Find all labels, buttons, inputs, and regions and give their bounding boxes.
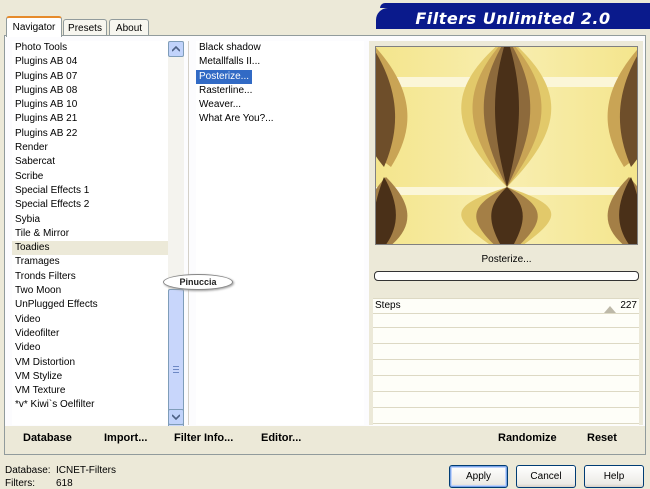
preview-filter-label[interactable]: Posterize...	[374, 250, 639, 268]
editor-link[interactable]: Editor...	[261, 432, 301, 444]
filters-status-value: 618	[56, 478, 73, 489]
slider-row-empty	[373, 330, 639, 344]
slider-row-empty	[373, 394, 639, 408]
filters-unlimited-dialog: { "tabs": ["Navigator", "Presets", "Abou…	[0, 0, 650, 489]
category-item[interactable]: Tile & Mirror	[12, 227, 168, 241]
category-item[interactable]: Tronds Filters	[12, 270, 168, 284]
category-item[interactable]: VM Texture	[12, 384, 168, 398]
slider-row-empty	[373, 378, 639, 392]
category-item[interactable]: Plugins AB 07	[12, 70, 168, 84]
preview-image	[375, 46, 638, 245]
filter-list[interactable]: Black shadow Metallfalls II... Posterize..…	[196, 41, 364, 425]
database-status-value: ICNET-Filters	[56, 465, 116, 476]
slider-row-empty	[373, 362, 639, 376]
category-item[interactable]: Special Effects 2	[12, 198, 168, 212]
category-item[interactable]: Photo Tools	[12, 41, 168, 55]
category-list[interactable]: Photo Tools Plugins AB 04 Plugins AB 07 Plu…	[12, 41, 168, 425]
category-item[interactable]: Toadies	[12, 241, 168, 256]
scroll-thumb[interactable]	[168, 289, 184, 449]
chevron-down-icon	[172, 414, 180, 420]
filter-item[interactable]: Weaver...	[196, 98, 244, 112]
category-item[interactable]: Two Moon	[12, 284, 168, 298]
category-item[interactable]: VM Stylize	[12, 370, 168, 384]
filter-item[interactable]: Rasterline...	[196, 84, 255, 98]
filter-item[interactable]: Black shadow	[196, 41, 264, 55]
randomize-link[interactable]: Randomize	[498, 432, 557, 444]
category-scrollbar[interactable]	[168, 41, 184, 449]
category-item[interactable]: Sybia	[12, 213, 168, 227]
filter-item[interactable]: What Are You?...	[196, 112, 277, 126]
category-item[interactable]: VM Distortion	[12, 356, 168, 370]
database-link[interactable]: Database	[23, 432, 72, 444]
help-button[interactable]: Help	[584, 465, 644, 488]
category-item[interactable]: Videofilter	[12, 327, 168, 341]
category-item[interactable]: *v* Kiwi`s Oelfilter	[12, 398, 168, 412]
category-item[interactable]: Plugins AB 22	[12, 127, 168, 141]
parameter-slider[interactable]: Steps 227	[373, 298, 639, 314]
category-item[interactable]: Render	[12, 141, 168, 155]
apply-button[interactable]: Apply	[449, 465, 508, 488]
filters-status-label: Filters:	[5, 478, 35, 489]
progress-bar	[374, 271, 639, 281]
filter-info-link[interactable]: Filter Info...	[174, 432, 233, 444]
category-item[interactable]: UnPlugged Effects	[12, 298, 168, 312]
category-item[interactable]: Tramages	[12, 255, 168, 269]
parameter-value: 227	[620, 300, 637, 311]
filter-item[interactable]: Posterize...	[196, 69, 253, 84]
list-divider	[188, 41, 189, 425]
chevron-up-icon	[172, 46, 180, 52]
slider-row-empty	[373, 314, 639, 328]
parameter-list: Steps 227	[373, 298, 639, 314]
category-item[interactable]: Scribe	[12, 170, 168, 184]
filter-item[interactable]: Metallfalls II...	[196, 55, 263, 69]
cancel-button[interactable]: Cancel	[516, 465, 576, 488]
category-item[interactable]: Plugins AB 04	[12, 55, 168, 69]
reset-link[interactable]: Reset	[587, 432, 617, 444]
category-item[interactable]: Video	[12, 313, 168, 327]
tab-navigator[interactable]: Navigator	[6, 16, 62, 37]
category-item[interactable]: Special Effects 1	[12, 184, 168, 198]
banner-title: Filters Unlimited 2.0	[376, 8, 650, 29]
category-item[interactable]: Sabercat	[12, 155, 168, 169]
category-item[interactable]: Plugins AB 08	[12, 84, 168, 98]
parameter-name: Steps	[375, 300, 401, 311]
scroll-up-button[interactable]	[168, 41, 184, 57]
category-item[interactable]: Plugins AB 21	[12, 112, 168, 126]
slider-row-empty	[373, 410, 639, 424]
category-item[interactable]: Plugins AB 10	[12, 98, 168, 112]
slider-thumb-icon[interactable]	[604, 306, 616, 313]
scroll-down-button[interactable]	[168, 409, 184, 425]
slider-row-empty	[373, 346, 639, 360]
grip-icon	[173, 365, 179, 373]
import-link[interactable]: Import...	[104, 432, 147, 444]
watermark-logo: Pinuccia	[163, 274, 233, 290]
database-status-label: Database:	[5, 465, 51, 476]
category-item[interactable]: Video	[12, 341, 168, 355]
